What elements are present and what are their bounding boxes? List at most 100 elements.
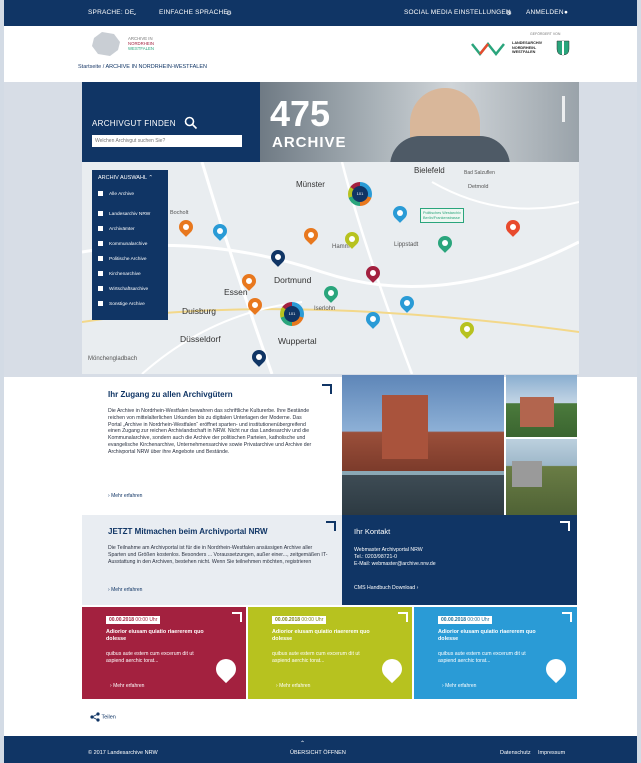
landesarchiv-logo-icon [471,41,505,57]
event-card[interactable]: 00.00.2018 00:00 Uhr Adiorior eiusam qui… [248,607,412,699]
corner-arrow-icon[interactable] [322,384,332,394]
event-time: 00:00 Uhr [467,617,490,623]
filter-kommunalarchive[interactable]: Kommunalarchive [98,241,147,247]
more-label: Mehr erfahren [279,683,311,689]
checkbox[interactable] [98,226,103,231]
search-panel: ARCHIVGUT FINDEN [82,82,260,162]
checkbox[interactable] [98,271,103,276]
event-more-link[interactable]: › Mehr erfahren [276,683,310,689]
easy-language-link[interactable]: EINFACHE SPRACHE [159,9,228,16]
download-label: CMS Handbuch Download [354,585,416,591]
social-media-settings-link[interactable]: SOCIAL MEDIA EINSTELLUNGEN [404,9,511,16]
corner-arrow-icon[interactable] [232,612,242,622]
filter-all-archives[interactable]: Alle Archive [98,191,134,197]
breadcrumb: Startseite / ARCHIVE IN NORDRHEIN-WESTFA… [78,64,207,70]
site-logo[interactable]: ARCHIVE IN NORDRHEIN WESTFALEN [88,30,168,60]
checkbox[interactable] [98,301,103,306]
filter-politische-archive[interactable]: Politische Archive [98,256,147,262]
footer: © 2017 Landesarchive NRW ⌃ ÜBERSICHT ÖFF… [4,736,637,763]
checkbox[interactable] [98,241,103,246]
filter-label: Sonstige Archive [109,301,145,307]
archive-building-photo [342,375,504,515]
event-card[interactable]: 00.00.2018 00:00 Uhr Adiorior eiusam qui… [414,607,577,699]
event-body: quibus aute estem cum excerum dit ut asp… [272,651,360,664]
privacy-link[interactable]: Datenschutz [500,750,531,756]
event-time: 00:00 Uhr [301,617,324,623]
chevron-up-icon[interactable]: ⌃ [148,175,153,181]
event-date-value: 00.00.2018 [441,617,467,623]
copyright: © 2017 Landesarchive NRW [88,750,158,756]
chevron-right-icon: › [108,493,110,499]
corner-arrow-icon[interactable] [326,521,336,531]
chevron-down-icon[interactable]: ⌄ [132,9,138,17]
intro-more-link[interactable]: › Mehr erfahren [108,493,142,499]
checkbox[interactable] [98,256,103,261]
map-pin-icon [211,654,241,684]
map-city-label: Wuppertal [278,336,317,346]
corner-arrow-icon[interactable] [398,612,408,622]
filter-label: Alle Archive [109,191,135,197]
cms-download-link[interactable]: CMS Handbuch Download › [354,585,418,591]
event-time: 00:00 Uhr [135,617,158,623]
map-city-label: Bielefeld [414,166,445,175]
checkbox[interactable] [98,211,103,216]
archive-select-label: ARCHIV AUSWAHL [98,175,147,181]
search-title: ARCHIVGUT FINDEN [92,119,176,128]
sponsor-label: GEFÖRDERT VON [530,32,561,36]
login-link[interactable]: ANMELDEN [526,9,564,16]
user-icon[interactable]: ● [564,9,568,16]
map-cluster-marker[interactable]: 101 [280,302,304,326]
archive-count-label: ARCHIVE [272,134,347,151]
hero-scrollbar[interactable] [562,96,565,122]
top-bar: SPRACHE: DE ⌄ EINFACHE SPRACHE ⚙ SOCIAL … [4,0,637,26]
share-icon [90,712,100,722]
event-date: 00.00.2018 00:00 Uhr [438,616,493,624]
archive-select-title[interactable]: ARCHIV AUSWAHL ⌃ [98,175,153,181]
map-pin-icon [377,654,407,684]
archive-select-panel: ARCHIV AUSWAHL ⌃ Alle Archive Landesarch… [92,170,168,320]
sponsor-line-1: LANDESARCHIV [512,41,543,45]
contact-tel: Tel.: 0203/98721-0 [354,554,397,560]
filter-archivaemter[interactable]: Archivämter [98,226,135,232]
imprint-link[interactable]: Impressum [538,750,565,756]
checkbox[interactable] [98,286,103,291]
map-city-label: Bad Salzuflen [464,170,495,176]
event-more-link[interactable]: › Mehr erfahren [442,683,476,689]
event-date-value: 00.00.2018 [109,617,135,623]
checkbox[interactable] [98,191,103,196]
search-icon[interactable] [184,116,198,130]
map-tooltip: Politisches Westarchiv Berlin/Frankenstr… [420,208,464,224]
event-more-link[interactable]: › Mehr erfahren [110,683,144,689]
filter-kirchenarchive[interactable]: Kirchenarchive [98,271,141,277]
sponsor-logo[interactable]: GEFÖRDERT VON LANDESARCHIV NORDRHEIN- WE… [470,32,570,64]
overview-open-button[interactable]: ÜBERSICHT ÖFFNEN [290,750,346,756]
filter-landesarchiv[interactable]: Landesarchiv NRW [98,211,150,217]
intro-card: Ihr Zugang zu allen Archivgütern Die Arc… [98,380,338,510]
filter-wirtschaftsarchive[interactable]: Wirtschaftsarchive [98,286,148,292]
filter-sonstige-archive[interactable]: Sonstige Archive [98,301,145,307]
nrw-coat-of-arms-icon [556,40,570,56]
gear-icon[interactable]: ⚙ [506,9,512,17]
breadcrumb-current: ARCHIVE IN NORDRHEIN-WESTFALEN [105,64,207,70]
header: ARCHIVE IN NORDRHEIN WESTFALEN GEFÖRDERT… [4,26,637,84]
chevron-up-icon[interactable]: ⌃ [300,740,305,747]
logo-line-3: WESTFALEN [128,46,155,51]
corner-arrow-icon[interactable] [562,612,572,622]
contact-mail[interactable]: E-Mail: webmaster@archive.nrw.de [354,561,436,568]
archive-count: 475 [270,93,331,134]
share-link[interactable]: Teilen [90,712,116,722]
join-text: Die Teilnahme am Archivportal ist für di… [108,545,328,565]
filter-label: Politische Archive [109,256,147,262]
easy-language-icon: ⚙ [226,10,233,17]
join-more-link[interactable]: › Mehr erfahren [108,587,142,593]
search-input[interactable] [92,135,242,147]
sponsor-line-3: WESTFALEN [512,50,536,55]
map-cluster-marker[interactable]: 101 [348,182,372,206]
map-city-label: Düsseldorf [180,334,221,344]
map-city-label: Mönchengladbach [88,356,138,362]
corner-arrow-icon[interactable] [560,521,570,531]
breadcrumb-home[interactable]: Startseite [78,64,101,70]
cluster-count: 101 [284,306,300,322]
language-selector[interactable]: SPRACHE: DE [88,9,134,16]
event-card[interactable]: 00.00.2018 00:00 Uhr Adiorior eiusam qui… [82,607,246,699]
